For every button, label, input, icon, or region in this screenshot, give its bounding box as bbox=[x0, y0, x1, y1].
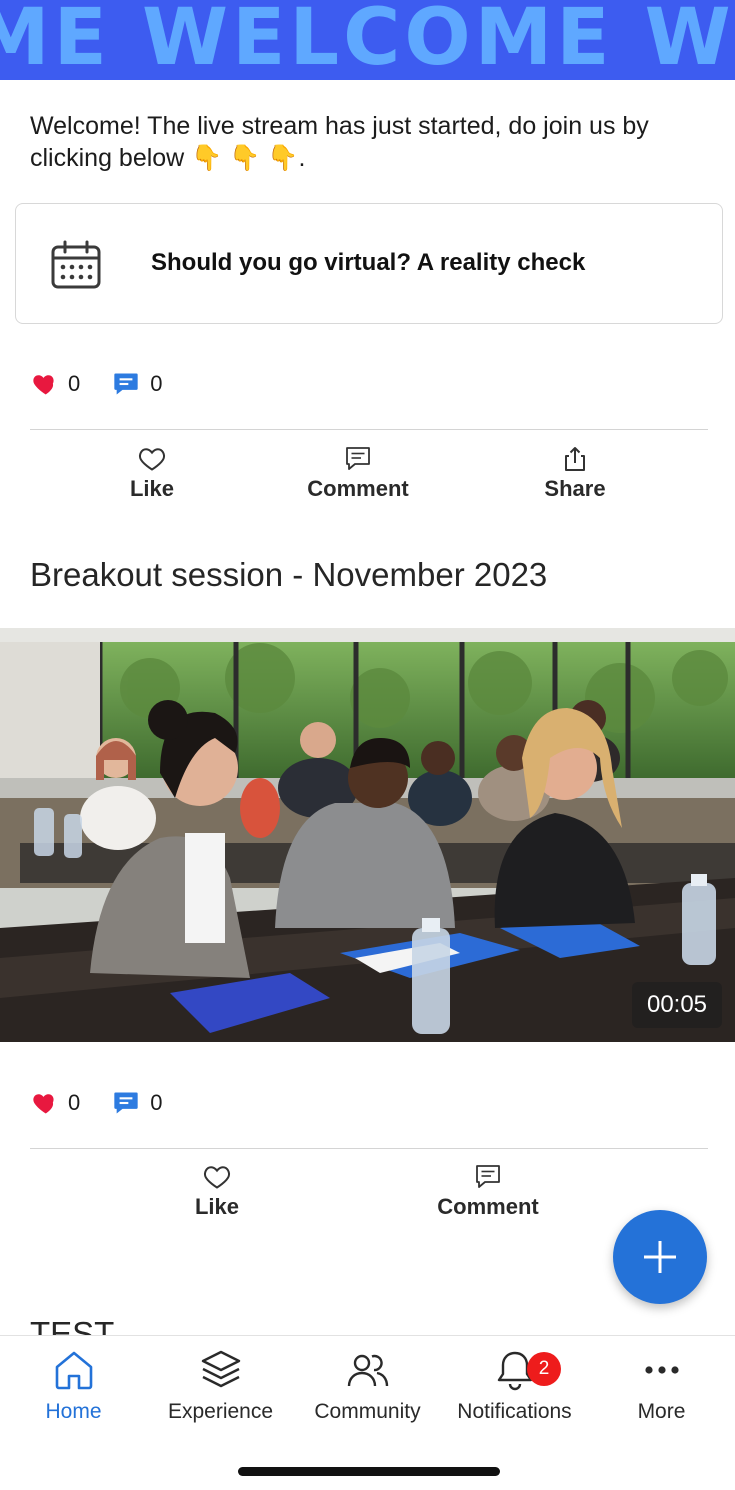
tab-home-label: Home bbox=[45, 1400, 102, 1423]
comment-button[interactable]: Comment bbox=[288, 446, 428, 502]
banner-text: ME WELCOME W bbox=[0, 0, 735, 80]
post-title: TEST bbox=[30, 1315, 115, 1336]
like-button[interactable]: Like bbox=[82, 446, 222, 502]
like-label: Like bbox=[129, 476, 175, 501]
comment-label: Comment bbox=[307, 476, 409, 501]
share-label: Share bbox=[544, 476, 606, 501]
meeting-photo bbox=[0, 628, 735, 1042]
tab-more-label: More bbox=[637, 1400, 686, 1423]
comment-button[interactable]: Comment bbox=[418, 1164, 558, 1220]
bottom-tab-bar: Home Experience Community 2 Notification… bbox=[0, 1335, 735, 1490]
divider bbox=[30, 1148, 708, 1149]
event-card[interactable]: Should you go virtual? A reality check bbox=[15, 203, 723, 324]
video-duration: 00:05 bbox=[632, 982, 722, 1028]
notifications-badge: 2 bbox=[527, 1352, 561, 1386]
likes-count: 0 bbox=[68, 1090, 81, 1115]
comments-stat: 0 bbox=[112, 370, 163, 398]
share-icon bbox=[565, 447, 585, 471]
tab-home[interactable]: Home bbox=[0, 1348, 147, 1424]
divider bbox=[30, 429, 708, 430]
tab-more[interactable]: More bbox=[588, 1348, 735, 1424]
post-stats: 0 0 bbox=[30, 1088, 195, 1118]
people-icon bbox=[347, 1354, 388, 1387]
comment-outline-icon bbox=[346, 447, 370, 470]
like-button[interactable]: Like bbox=[147, 1164, 287, 1220]
like-outline-icon bbox=[204, 1166, 230, 1189]
like-outline-icon bbox=[139, 448, 165, 471]
tab-community[interactable]: Community bbox=[294, 1348, 441, 1424]
comments-stat: 0 bbox=[112, 1089, 163, 1117]
comment-label: Comment bbox=[437, 1194, 539, 1219]
tab-experience[interactable]: Experience bbox=[147, 1348, 294, 1424]
like-label: Like bbox=[194, 1194, 240, 1219]
welcome-banner: ME WELCOME W bbox=[0, 0, 735, 80]
comments-count: 0 bbox=[150, 371, 163, 396]
layers-icon bbox=[201, 1350, 240, 1388]
add-post-button[interactable] bbox=[613, 1210, 707, 1304]
comment-outline-icon bbox=[476, 1165, 500, 1188]
likes-stat: 0 bbox=[30, 370, 80, 398]
tab-community-label: Community bbox=[314, 1400, 421, 1423]
home-indicator bbox=[238, 1467, 500, 1476]
event-title: Should you go virtual? A reality check bbox=[151, 249, 586, 276]
comment-bubble-icon bbox=[114, 1092, 138, 1114]
heart-icon bbox=[33, 1094, 54, 1114]
comment-bubble-icon bbox=[114, 373, 138, 395]
comments-count: 0 bbox=[150, 1090, 163, 1115]
tab-experience-label: Experience bbox=[167, 1400, 274, 1423]
plus-icon bbox=[644, 1241, 676, 1273]
likes-count: 0 bbox=[68, 371, 81, 396]
share-button[interactable]: Share bbox=[505, 446, 645, 502]
video-thumbnail[interactable]: 00:05 bbox=[0, 628, 735, 1042]
tab-notifications-label: Notifications bbox=[457, 1400, 572, 1423]
likes-stat: 0 bbox=[30, 1089, 80, 1117]
post-text: Welcome! The live stream has just starte… bbox=[30, 112, 649, 172]
post-stats: 0 0 bbox=[30, 369, 195, 399]
home-icon bbox=[55, 1351, 92, 1390]
heart-icon bbox=[33, 375, 54, 395]
post-title: Breakout session - November 2023 bbox=[30, 556, 548, 593]
calendar-icon bbox=[51, 240, 101, 289]
tab-notifications[interactable]: 2 Notifications bbox=[441, 1348, 588, 1424]
more-dots-icon bbox=[644, 1366, 679, 1374]
